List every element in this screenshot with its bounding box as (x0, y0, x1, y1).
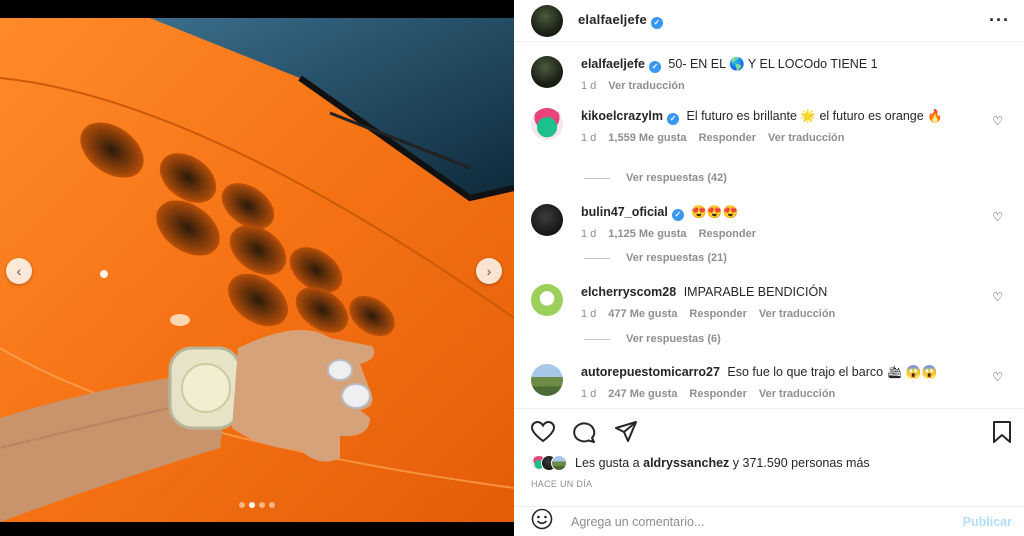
view-replies-button[interactable]: Ver respuestas (21) (584, 252, 727, 264)
reply-link[interactable]: Responder (699, 226, 756, 243)
comment-icon[interactable] (572, 421, 596, 448)
timestamp[interactable]: 1 d (581, 306, 596, 323)
verified-badge-icon: ✓ (650, 16, 663, 29)
verified-badge-icon: ✓ (648, 60, 661, 73)
translate-link[interactable]: Ver traducción (759, 306, 835, 323)
comment-text: Eso fue lo que trajo el barco 🛳 😱😱 (727, 365, 938, 379)
comment-text: 😍😍😍 (691, 205, 739, 219)
like-count[interactable]: 1,125 Me gusta (608, 226, 686, 243)
avatar[interactable] (531, 108, 563, 140)
avatar[interactable] (531, 364, 563, 396)
translate-link[interactable]: Ver traducción (759, 386, 835, 403)
username-label[interactable]: bulin47_oficial (581, 205, 668, 219)
timestamp[interactable]: 1 d (581, 130, 596, 147)
caption-username[interactable]: elalfaeljefe ✓ (581, 57, 661, 73)
translate-link[interactable]: Ver traducción (768, 130, 844, 147)
slide-dot (269, 502, 275, 508)
comment-text-block: autorepuestomicarro27 Eso fue lo que tra… (581, 364, 981, 403)
slide-indicator (0, 502, 514, 508)
comment-username[interactable]: kikoelcrazylm ✓ (581, 109, 679, 125)
comment-meta: 1 d 1,559 Me gusta Responder Ver traducc… (581, 130, 981, 147)
like-count[interactable]: 247 Me gusta (608, 386, 677, 403)
timestamp[interactable]: 1 d (581, 386, 596, 403)
send-icon[interactable] (614, 421, 638, 448)
avatar[interactable] (531, 204, 563, 236)
reply-link[interactable]: Responder (689, 386, 746, 403)
likes-text: Les gusta a aldryssanchez y 371.590 pers… (575, 456, 870, 470)
like-count[interactable]: 477 Me gusta (608, 306, 677, 323)
view-replies-button[interactable]: Ver respuestas (42) (584, 172, 727, 184)
post-side-panel: elalfaeljefe ✓ ··· elalfaeljefe ✓ 50- EN E… (514, 0, 1024, 536)
username-label[interactable]: autorepuestomicarro27 (581, 365, 720, 379)
emoji-icon[interactable] (531, 508, 553, 535)
comment-item: bulin47_oficial ✓ 😍😍😍 1 d 1,125 Me gusta … (531, 204, 1011, 243)
comment-text: El futuro es brillante 🌟 el futuro es or… (686, 109, 943, 123)
comment-text-block: elcherryscom28 IMPARABLE BENDICIÓN 1 d 4… (581, 284, 981, 323)
likes-username[interactable]: aldryssanchez (643, 456, 729, 470)
add-comment-bar: Publicar (514, 506, 1024, 536)
timestamp[interactable]: 1 d (581, 78, 596, 95)
more-options-icon[interactable]: ··· (989, 10, 1010, 31)
username-label[interactable]: elalfaeljefe (578, 12, 647, 27)
likes-summary: Les gusta a aldryssanchez y 371.590 pers… (531, 455, 870, 471)
verified-badge-icon: ✓ (671, 208, 684, 221)
publish-button[interactable]: Publicar (963, 515, 1012, 529)
view-replies-button[interactable]: Ver respuestas (6) (584, 333, 721, 345)
slide-dot (259, 502, 265, 508)
comment-item: kikoelcrazylm ✓ El futuro es brillante 🌟 … (531, 108, 1011, 147)
likes-prefix: Les gusta a (575, 456, 640, 470)
username-label[interactable]: elcherryscom28 (581, 285, 676, 299)
avatar[interactable] (531, 284, 563, 316)
slide-dot (239, 502, 245, 508)
caption-row: elalfaeljefe ✓ 50- EN EL 🌎 Y EL LOCOdo TI… (531, 56, 1011, 95)
avatar[interactable] (531, 56, 563, 88)
reply-link[interactable]: Responder (689, 306, 746, 323)
like-count[interactable]: 1,559 Me gusta (608, 130, 686, 147)
likes-suffix[interactable]: y 371.590 personas más (733, 456, 870, 470)
bookmark-icon[interactable] (992, 421, 1012, 448)
caption-meta: 1 d Ver traducción (581, 78, 981, 95)
comment-username[interactable]: autorepuestomicarro27 (581, 365, 720, 379)
username-label[interactable]: kikoelcrazylm (581, 109, 663, 123)
post-header: elalfaeljefe ✓ ··· (514, 0, 1024, 42)
comment-username[interactable]: bulin47_oficial ✓ (581, 205, 684, 221)
post-timestamp[interactable]: HACE UN DÍA (531, 479, 592, 489)
comment-like-heart-icon[interactable]: ♡ (992, 114, 1003, 128)
translate-link[interactable]: Ver traducción (608, 78, 684, 95)
comment-item: elcherryscom28 IMPARABLE BENDICIÓN 1 d 4… (531, 284, 1011, 323)
comment-like-heart-icon[interactable]: ♡ (992, 210, 1003, 224)
post-media: ‹ › (0, 0, 514, 536)
verified-badge-icon: ✓ (667, 112, 679, 125)
comment-meta: 1 d 477 Me gusta Responder Ver traducció… (581, 306, 981, 323)
comment-text: IMPARABLE BENDICIÓN (683, 285, 828, 299)
comment-like-heart-icon[interactable]: ♡ (992, 370, 1003, 384)
comment-input[interactable] (571, 514, 931, 529)
comment-meta: 1 d 1,125 Me gusta Responder (581, 226, 981, 243)
previous-slide-button[interactable]: ‹ (6, 258, 32, 284)
slide-dot-active (249, 502, 255, 508)
timestamp[interactable]: 1 d (581, 226, 596, 243)
comment-text-block: bulin47_oficial ✓ 😍😍😍 1 d 1,125 Me gusta … (581, 204, 981, 243)
heart-icon[interactable] (530, 420, 556, 448)
post-actions: Les gusta a aldryssanchez y 371.590 pers… (514, 408, 1024, 508)
next-slide-button[interactable]: › (476, 258, 502, 284)
avatar[interactable] (531, 4, 563, 37)
post-photo (0, 18, 514, 522)
comments-list: elalfaeljefe ✓ 50- EN EL 🌎 Y EL LOCOdo TI… (514, 42, 1024, 408)
comment-text-block: kikoelcrazylm ✓ El futuro es brillante 🌟 … (581, 108, 981, 147)
caption-text: 50- EN EL 🌎 Y EL LOCOdo TIENE 1 (668, 57, 878, 71)
caption-text-block: elalfaeljefe ✓ 50- EN EL 🌎 Y EL LOCOdo TI… (581, 56, 981, 95)
chevron-left-icon: ‹ (16, 263, 22, 279)
chevron-right-icon: › (486, 263, 492, 279)
comment-item: autorepuestomicarro27 Eso fue lo que tra… (531, 364, 1011, 403)
post-author-username[interactable]: elalfaeljefe ✓ (578, 12, 663, 29)
avatar (551, 455, 567, 471)
comment-username[interactable]: elcherryscom28 (581, 285, 676, 299)
reply-link[interactable]: Responder (699, 130, 756, 147)
comment-like-heart-icon[interactable]: ♡ (992, 290, 1003, 304)
comment-meta: 1 d 247 Me gusta Responder Ver traducció… (581, 386, 981, 403)
car-hood-photo (0, 18, 514, 522)
username-label[interactable]: elalfaeljefe (581, 57, 645, 71)
